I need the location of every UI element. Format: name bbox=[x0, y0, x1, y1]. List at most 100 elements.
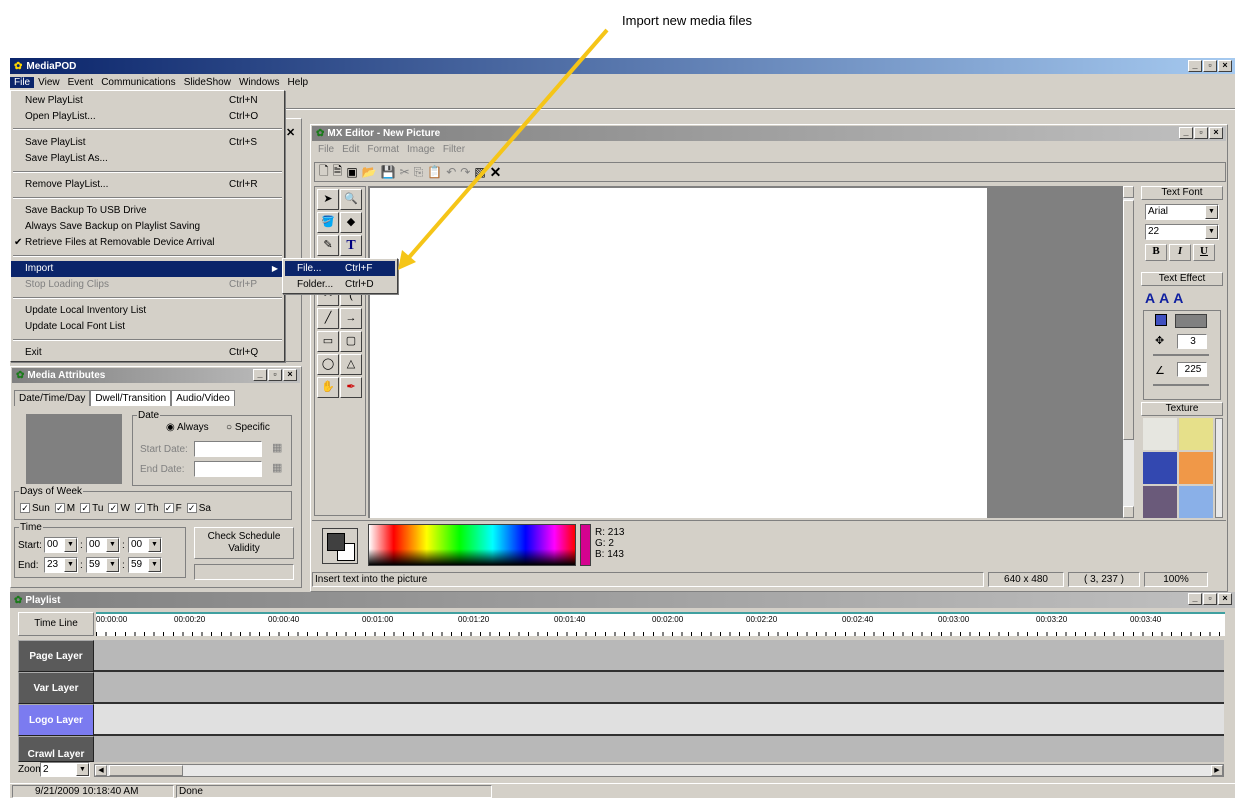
menu-item-save-backup[interactable]: Save Backup To USB Drive bbox=[11, 203, 284, 219]
texture-grid[interactable] bbox=[1143, 418, 1213, 518]
day-m-checkbox[interactable]: ✓ M bbox=[54, 503, 75, 514]
ma-minimize-button[interactable]: _ bbox=[253, 369, 267, 381]
cut-icon[interactable]: ✂ bbox=[400, 165, 410, 179]
close-button[interactable]: × bbox=[1218, 60, 1232, 72]
effect-shadow-icon[interactable]: A bbox=[1159, 290, 1169, 306]
tab-dwell-transition[interactable]: Dwell/Transition bbox=[90, 390, 172, 406]
menu-item-import[interactable]: Import ▶ bbox=[11, 261, 284, 277]
underline-button[interactable]: U bbox=[1193, 244, 1215, 261]
menu-file[interactable]: File bbox=[10, 76, 35, 88]
paste-icon[interactable]: 📋 bbox=[427, 165, 442, 179]
fill-tool-icon[interactable]: 🪣 bbox=[317, 212, 339, 233]
tab-audio-video[interactable]: Audio/Video bbox=[171, 390, 235, 406]
layer-logo-track[interactable] bbox=[94, 704, 1224, 736]
open-folder-icon[interactable]: 📂 bbox=[362, 165, 377, 179]
save-icon[interactable]: 💾 bbox=[381, 165, 396, 179]
date-always-radio[interactable]: ◉ Always bbox=[166, 422, 209, 433]
arrow-tool-icon[interactable]: → bbox=[340, 308, 362, 329]
delete-icon[interactable]: ✕ bbox=[490, 164, 502, 181]
mx-maximize-button[interactable]: ▫ bbox=[1194, 127, 1208, 139]
playlist-maximize-button[interactable]: ▫ bbox=[1203, 593, 1217, 605]
menu-slideshow[interactable]: SlideShow bbox=[180, 77, 235, 88]
ma-close-button[interactable]: × bbox=[283, 369, 297, 381]
line-tool-icon[interactable]: ╱ bbox=[317, 308, 339, 329]
layer-logo-button[interactable]: Logo Layer bbox=[18, 704, 94, 736]
layer-page-track[interactable] bbox=[94, 640, 1224, 672]
day-sun-checkbox[interactable]: ✓ Sun bbox=[20, 503, 50, 514]
ma-maximize-button[interactable]: ▫ bbox=[268, 369, 282, 381]
minimize-button[interactable]: _ bbox=[1188, 60, 1202, 72]
new-page-icon[interactable]: 🗎 bbox=[333, 162, 343, 183]
mx-menu-edit[interactable]: Edit bbox=[338, 144, 363, 158]
color-spectrum[interactable] bbox=[368, 524, 576, 566]
menu-item-exit[interactable]: Exit Ctrl+Q bbox=[11, 345, 284, 361]
new-icon[interactable]: 🗋 bbox=[319, 162, 329, 183]
mx-menu-file[interactable]: File bbox=[314, 144, 338, 158]
playlist-hscroll[interactable]: ◀ ▶ bbox=[94, 764, 1224, 777]
layer-var-track[interactable] bbox=[94, 672, 1224, 704]
effect-emboss-icon[interactable]: A bbox=[1173, 290, 1183, 306]
date-specific-radio[interactable]: ○ Specific bbox=[226, 422, 270, 433]
effect-value-1[interactable]: 3 bbox=[1177, 334, 1207, 349]
effect-slider-1[interactable] bbox=[1153, 354, 1209, 356]
playlist-minimize-button[interactable]: _ bbox=[1188, 593, 1202, 605]
mx-minimize-button[interactable]: _ bbox=[1179, 127, 1193, 139]
menu-communications[interactable]: Communications bbox=[97, 77, 179, 88]
rounded-rect-tool-icon[interactable]: ▢ bbox=[340, 331, 362, 352]
eraser-fill-tool-icon[interactable]: ◆ bbox=[340, 212, 362, 233]
menu-item-new-playlist[interactable]: New PlayList Ctrl+N bbox=[11, 93, 284, 109]
layer-page-button[interactable]: Page Layer bbox=[18, 640, 94, 672]
undo-icon[interactable]: ↶ bbox=[446, 165, 456, 179]
menu-item-update-font[interactable]: Update Local Font List bbox=[11, 319, 284, 335]
polygon-tool-icon[interactable]: △ bbox=[340, 354, 362, 375]
end-date-calendar-icon[interactable]: ▦ bbox=[272, 461, 282, 474]
menu-help[interactable]: Help bbox=[284, 77, 313, 88]
menu-item-save-playlist[interactable]: Save PlayList Ctrl+S bbox=[11, 135, 284, 151]
menu-view[interactable]: View bbox=[34, 77, 64, 88]
menu-item-open-playlist[interactable]: Open PlayList... Ctrl+O bbox=[11, 109, 284, 125]
menu-event[interactable]: Event bbox=[64, 77, 98, 88]
select-tool-icon[interactable]: ➤ bbox=[317, 189, 339, 210]
menu-item-save-playlist-as[interactable]: Save PlayList As... bbox=[11, 151, 284, 167]
effect-slider-2[interactable] bbox=[1153, 384, 1209, 386]
eyedropper-tool-icon[interactable]: ✒ bbox=[340, 377, 362, 398]
start-hour-select[interactable]: 00 ▼ bbox=[44, 537, 78, 553]
menu-item-update-inventory[interactable]: Update Local Inventory List bbox=[11, 303, 284, 319]
start-date-calendar-icon[interactable]: ▦ bbox=[272, 441, 282, 454]
day-w-checkbox[interactable]: ✓ W bbox=[108, 503, 130, 514]
text-tool-icon[interactable]: T bbox=[340, 235, 362, 256]
day-th-checkbox[interactable]: ✓ Th bbox=[134, 503, 159, 514]
check-schedule-button[interactable]: Check Schedule Validity bbox=[194, 527, 294, 559]
effect-color-swatch[interactable] bbox=[1175, 314, 1207, 328]
end-minute-select[interactable]: 59 ▼ bbox=[86, 557, 120, 573]
eraser-tool-icon[interactable]: ✎ bbox=[317, 235, 339, 256]
canvas-vscroll[interactable] bbox=[1122, 186, 1134, 518]
left-panel-close[interactable]: ✕ bbox=[286, 126, 295, 139]
start-second-select[interactable]: 00 ▼ bbox=[128, 537, 162, 553]
menu-item-remove-playlist[interactable]: Remove PlayList... Ctrl+R bbox=[11, 177, 284, 193]
effect-value-2[interactable]: 225 bbox=[1177, 362, 1207, 377]
mx-menu-filter[interactable]: Filter bbox=[439, 144, 469, 158]
effect-color-icon[interactable] bbox=[1155, 314, 1167, 326]
maximize-button[interactable]: ▫ bbox=[1203, 60, 1217, 72]
day-f-checkbox[interactable]: ✓ F bbox=[163, 503, 182, 514]
start-minute-select[interactable]: 00 ▼ bbox=[86, 537, 120, 553]
start-date-input[interactable] bbox=[194, 441, 262, 457]
picture-canvas[interactable] bbox=[370, 188, 987, 518]
menu-item-stop-loading[interactable]: Stop Loading Clips Ctrl+P bbox=[11, 277, 284, 293]
rectangle-tool-icon[interactable]: ▭ bbox=[317, 331, 339, 352]
ellipse-tool-icon[interactable]: ◯ bbox=[317, 354, 339, 375]
font-size-select[interactable]: 22 ▼ bbox=[1145, 224, 1219, 240]
italic-button[interactable]: I bbox=[1169, 244, 1191, 261]
end-second-select[interactable]: 59 ▼ bbox=[128, 557, 162, 573]
tab-date-time-day[interactable]: Date/Time/Day bbox=[14, 390, 91, 406]
font-name-select[interactable]: Arial ▼ bbox=[1145, 204, 1219, 220]
day-tu-checkbox[interactable]: ✓ Tu bbox=[80, 503, 103, 514]
mx-menu-image[interactable]: Image bbox=[403, 144, 439, 158]
document-icon[interactable]: ▣ bbox=[346, 165, 357, 179]
copy-icon[interactable]: ⎘ bbox=[414, 165, 424, 180]
texture-scroll[interactable] bbox=[1215, 418, 1223, 518]
layer-var-button[interactable]: Var Layer bbox=[18, 672, 94, 704]
submenu-item-file[interactable]: File... Ctrl+F bbox=[285, 261, 395, 276]
submenu-item-folder[interactable]: Folder... Ctrl+D bbox=[285, 277, 395, 292]
